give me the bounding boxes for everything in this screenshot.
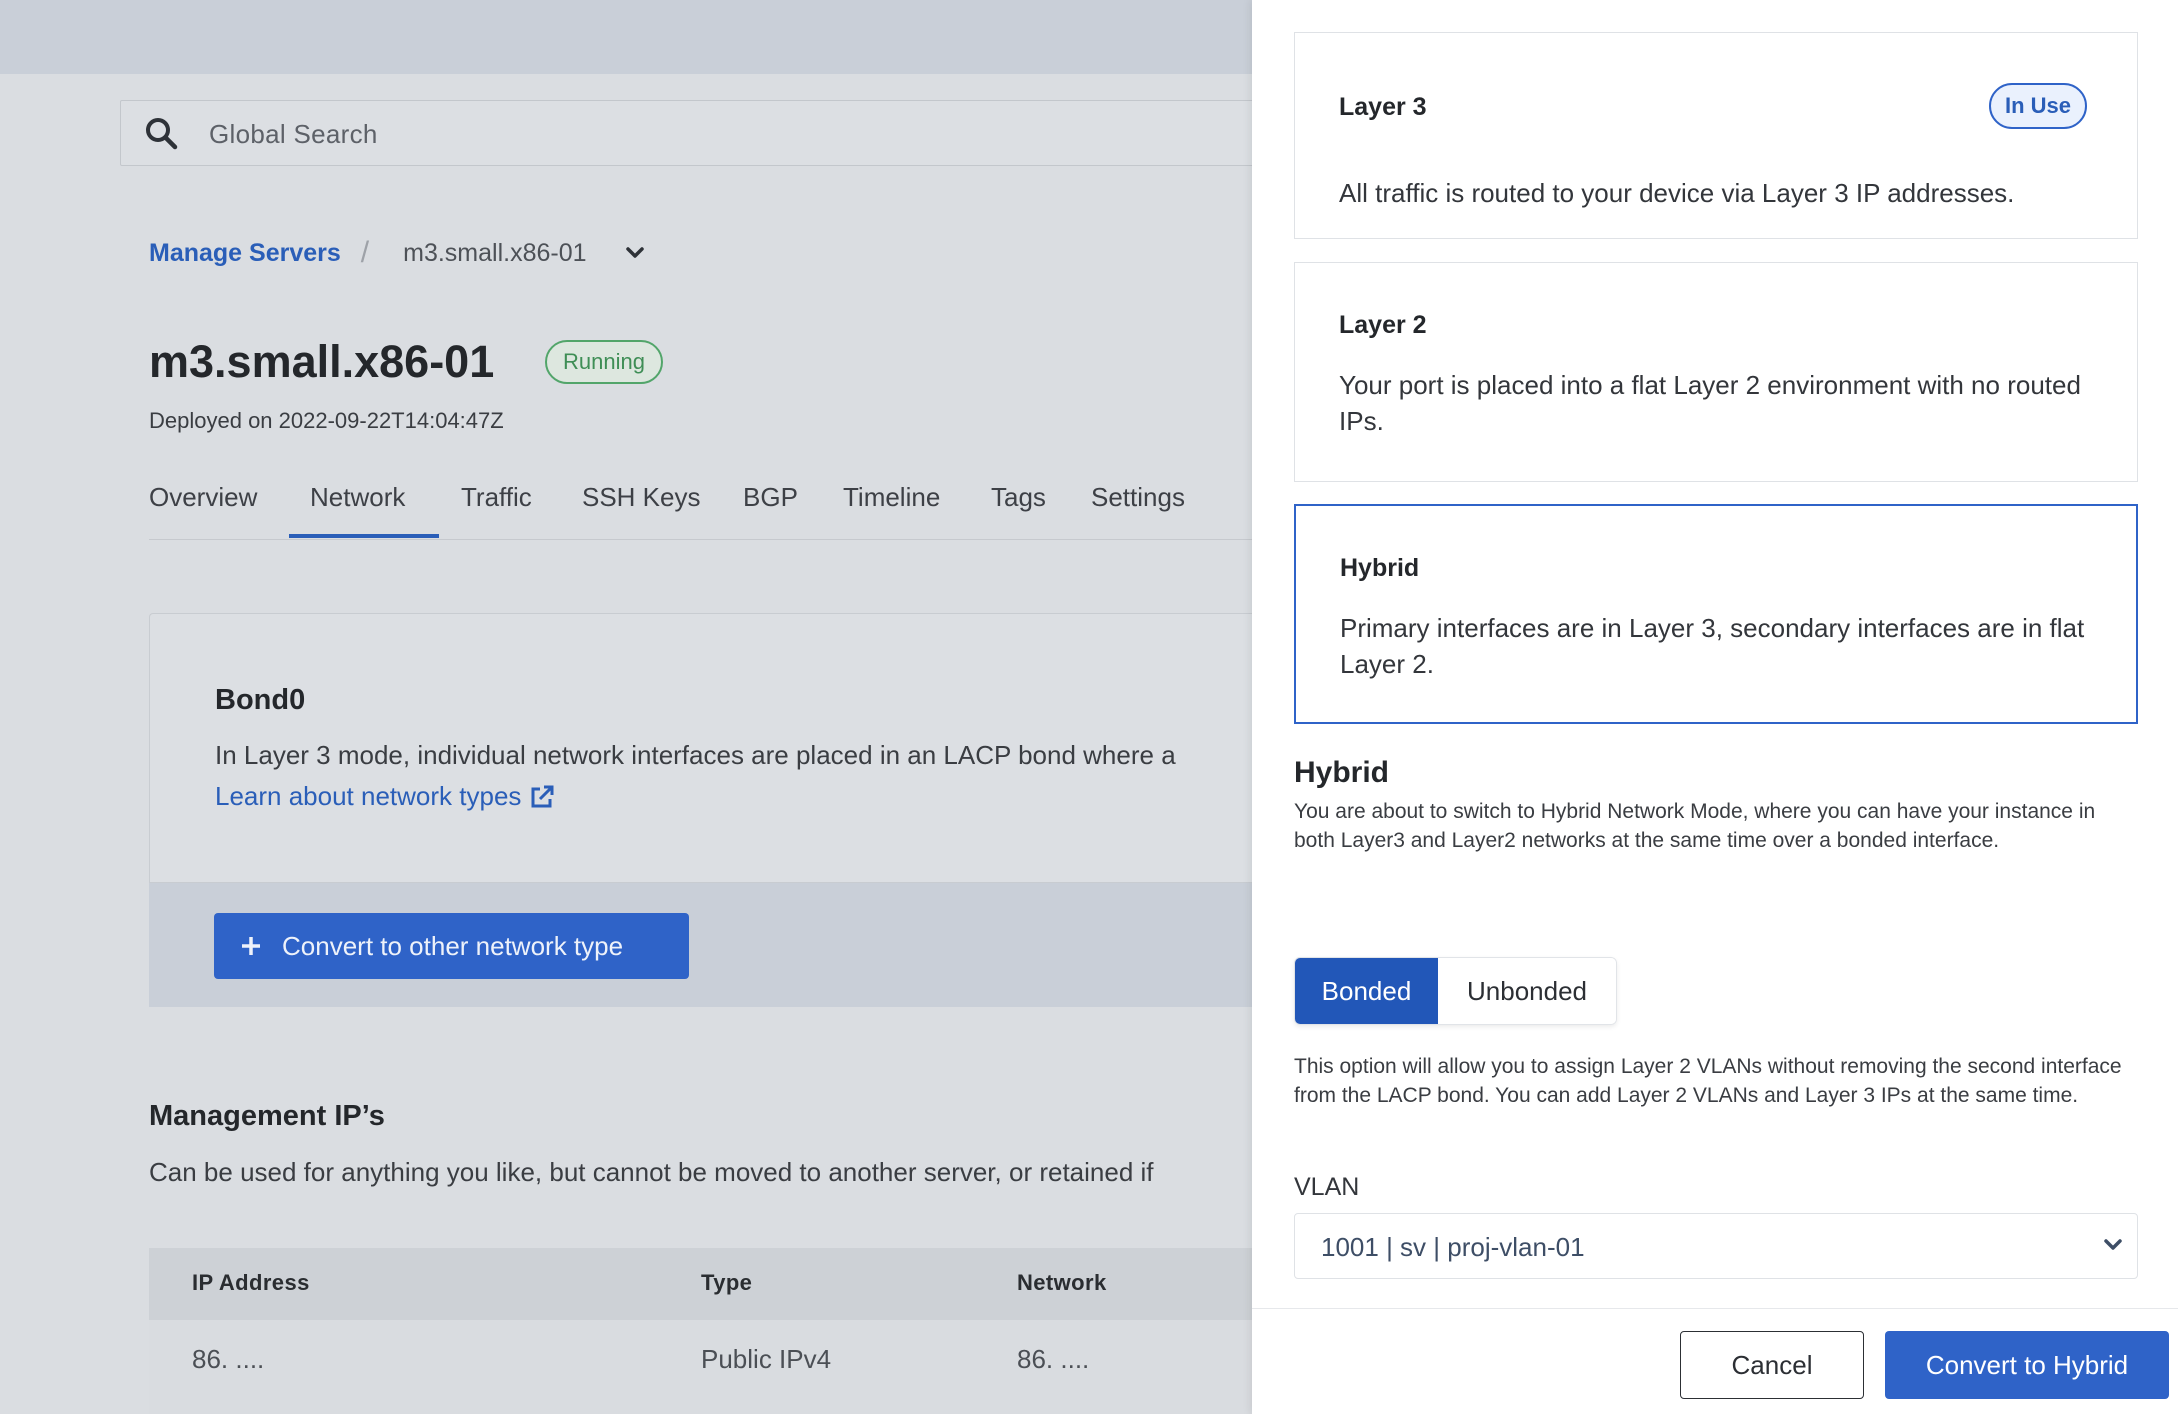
in-use-badge: In Use [1988,83,2087,129]
tab-bgp[interactable]: BGP [743,482,798,513]
bonded-option[interactable]: Bonded [1295,958,1438,1024]
convert-network-type-button[interactable]: Convert to other network type [214,913,689,979]
option-title: Layer 2 [1339,311,1427,339]
chevron-down-icon[interactable] [625,246,645,260]
bond-description: In Layer 3 mode, individual network inte… [215,740,1176,770]
app-root: Global Search Manage Servers / m3.small.… [0,0,2178,1414]
bond-mode-help: This option will allow you to assign Lay… [1294,1055,2122,1107]
cell-ip: 86. .... [192,1344,265,1374]
tab-overview[interactable]: Overview [149,482,257,513]
cancel-button[interactable]: Cancel [1680,1331,1864,1399]
search-icon [146,118,178,150]
tab-tags[interactable]: Tags [991,482,1046,513]
hybrid-description: You are about to switch to Hybrid Networ… [1294,800,2096,852]
cell-type: Public IPv4 [701,1344,832,1374]
breadcrumb-manage-servers[interactable]: Manage Servers [149,239,341,268]
search-placeholder[interactable]: Global Search [209,119,378,150]
global-search[interactable]: Global Search [120,100,1280,166]
vlan-selected-value: 1001 | sv | proj-vlan-01 [1321,1232,1585,1262]
drawer-footer: Cancel Convert to Hybrid [1252,1308,2178,1414]
bond-title: Bond0 [215,684,306,716]
bond-card-footer: Convert to other network type [149,883,1252,1007]
convert-button-label: Convert to other network type [282,930,624,961]
active-tab-indicator [289,534,439,538]
breadcrumb-current-server[interactable]: m3.small.x86-01 [403,239,586,268]
option-title: Hybrid [1340,554,1420,582]
cell-network: 86. .... [1017,1344,1090,1374]
breadcrumb-separator: / [360,236,370,269]
option-title: Layer 3 [1339,93,1427,121]
tab-traffic[interactable]: Traffic [461,482,532,513]
learn-network-types-link[interactable]: Learn about network types [215,781,555,812]
tab-timeline[interactable]: Timeline [843,482,940,513]
management-ip-table: IP Address Type Network 86. .... Public … [149,1248,1252,1414]
plus-icon [242,937,260,955]
option-description: Primary interfaces are in Layer 3, secon… [1340,613,2085,679]
option-hybrid[interactable]: Hybrid Primary interfaces are in Layer 3… [1294,504,2138,724]
option-layer-2[interactable]: Layer 2 Your port is placed into a flat … [1294,262,2138,482]
option-description: Your port is placed into a flat Layer 2 … [1339,370,2081,436]
top-bar [0,0,1252,74]
tab-settings[interactable]: Settings [1091,482,1185,513]
management-ips-description: Can be used for anything you like, but c… [149,1157,1154,1187]
status-badge: Running [545,340,663,384]
learn-link-label[interactable]: Learn about network types [215,781,521,812]
chevron-down-icon [2104,1239,2122,1250]
bond-mode-toggle: Bonded Unbonded [1294,957,1617,1025]
option-description: All traffic is routed to your device via… [1339,178,2015,208]
column-ip-address: IP Address [192,1270,310,1295]
column-type: Type [701,1270,753,1295]
tab-network[interactable]: Network [310,482,405,513]
server-tabs: Overview Network Traffic SSH Keys BGP Ti… [149,470,1252,540]
table-header: IP Address Type Network [149,1248,1252,1320]
deployed-date: Deployed on 2022-09-22T14:04:47Z [149,408,504,433]
table-row[interactable]: 86. .... Public IPv4 86. .... [149,1320,1252,1414]
convert-to-hybrid-button[interactable]: Convert to Hybrid [1885,1331,2169,1399]
bond0-card: Bond0 In Layer 3 mode, individual networ… [149,613,1252,883]
page-title: m3.small.x86-01 [149,336,495,387]
vlan-label: VLAN [1294,1173,1360,1201]
unbonded-option[interactable]: Unbonded [1438,958,1616,1024]
breadcrumb: Manage Servers / m3.small.x86-01 [149,236,645,270]
network-type-drawer: Layer 3 In Use All traffic is routed to … [1252,0,2178,1414]
management-ips-title: Management IP’s [149,1100,385,1132]
tab-ssh-keys[interactable]: SSH Keys [582,482,701,513]
external-link-icon[interactable] [529,784,555,810]
option-layer-3[interactable]: Layer 3 In Use All traffic is routed to … [1294,32,2138,239]
column-network: Network [1017,1270,1107,1295]
hybrid-heading: Hybrid [1294,756,1390,789]
vlan-select[interactable]: 1001 | sv | proj-vlan-01 [1294,1213,2138,1279]
